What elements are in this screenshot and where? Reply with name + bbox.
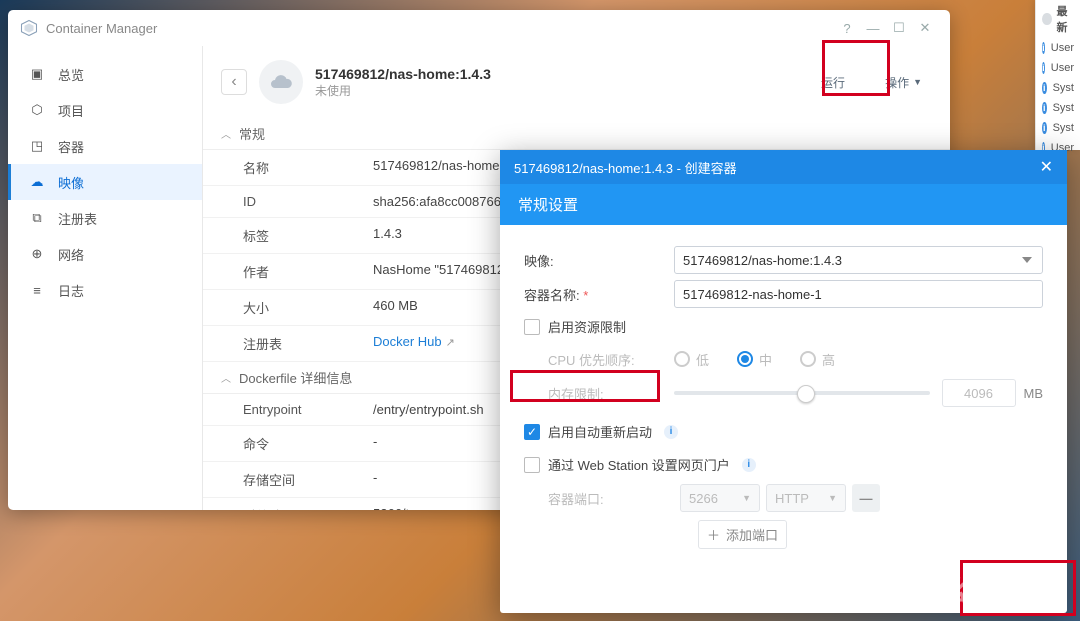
content-header: ‹ 517469812/nas-home:1.4.3 未使用 运行 操作 ▼: [203, 46, 950, 118]
checkbox-label: 启用自动重新启动: [548, 422, 652, 441]
chevron-down-icon: ▼: [913, 77, 922, 87]
cloud-icon: ☁: [28, 174, 46, 190]
checkbox-icon: [524, 457, 540, 473]
checkbox-label: 通过 Web Station 设置网页门户: [548, 455, 730, 474]
registry-link[interactable]: Docker Hub↗: [373, 334, 455, 349]
hexagon-icon: ⬡: [28, 102, 46, 118]
sidebar-item-label: 网络: [58, 245, 84, 264]
resource-limit-checkbox[interactable]: 启用资源限制: [524, 317, 1043, 336]
chevron-up-icon: ︿: [221, 126, 231, 141]
web-station-checkbox[interactable]: 通过 Web Station 设置网页门户 i: [524, 455, 1043, 474]
port-number-select: 5266▼: [680, 484, 760, 512]
sidebar-item-registry[interactable]: ⧉ 注册表: [8, 200, 202, 236]
sidebar-item-container[interactable]: ◳ 容器: [8, 128, 202, 164]
cpu-high-radio: 高: [800, 350, 835, 369]
image-badge-icon: [259, 60, 303, 104]
dialog-titlebar: 517469812/nas-home:1.4.3 - 创建容器 ✕: [500, 150, 1067, 184]
panel-item[interactable]: iSyst: [1036, 118, 1080, 138]
close-icon[interactable]: ✕: [912, 15, 938, 41]
cpu-priority-label: CPU 优先顺序:: [524, 350, 674, 369]
dashboard-icon: ▣: [28, 66, 46, 82]
checkbox-icon: [524, 319, 540, 335]
memory-slider: [674, 391, 930, 395]
info-icon[interactable]: i: [742, 458, 756, 472]
back-button[interactable]: ‹: [221, 69, 247, 95]
container-name-input[interactable]: [674, 280, 1043, 308]
notifications-panel: 最新 iUser iUser iSyst iSyst iSyst iUser: [1035, 0, 1080, 150]
titlebar: Container Manager ? — ☐ ✕: [8, 10, 950, 46]
chevron-up-icon: ︿: [221, 370, 231, 385]
container-name-label: 容器名称:: [524, 285, 674, 304]
sidebar-item-label: 容器: [58, 137, 84, 156]
panel-item[interactable]: iUser: [1036, 38, 1080, 58]
sidebar-item-label: 总览: [58, 65, 84, 84]
dialog-close-button[interactable]: ✕: [1040, 157, 1053, 177]
sidebar-item-project[interactable]: ⬡ 项目: [8, 92, 202, 128]
info-icon[interactable]: i: [664, 425, 678, 439]
image-title: 517469812/nas-home:1.4.3: [315, 66, 791, 82]
panel-item[interactable]: iUser: [1036, 58, 1080, 78]
app-title: Container Manager: [46, 21, 157, 36]
image-status: 未使用: [315, 82, 791, 99]
dialog-subtitle: 常规设置: [500, 184, 1067, 225]
watermark: 么值得买: [905, 567, 1062, 611]
section-title: Dockerfile 详细信息: [239, 368, 352, 387]
section-general[interactable]: ︿ 常规: [203, 118, 950, 150]
plus-icon: ＋: [707, 525, 720, 544]
container-port-label: 容器端口:: [524, 489, 674, 508]
port-remove-button: —: [852, 484, 880, 512]
dialog-body: 映像: 517469812/nas-home:1.4.3 容器名称: 启用资源限…: [500, 225, 1067, 613]
auto-restart-checkbox[interactable]: 启用自动重新启动 i: [524, 422, 1043, 441]
memory-limit-label: 内存限制:: [524, 384, 674, 403]
cpu-priority-group: 低 中 高: [674, 350, 835, 369]
app-icon: [20, 19, 38, 37]
memory-unit: MB: [1024, 386, 1044, 401]
port-proto-select: HTTP▼: [766, 484, 846, 512]
external-link-icon: ↗: [446, 337, 455, 349]
sidebar-item-overview[interactable]: ▣ 总览: [8, 56, 202, 92]
add-port-button: ＋ 添加端口: [698, 520, 787, 549]
help-icon[interactable]: ?: [834, 15, 860, 41]
cube-icon: ◳: [28, 138, 46, 154]
sidebar-item-label: 映像: [58, 173, 84, 192]
panel-item[interactable]: iSyst: [1036, 78, 1080, 98]
panel-item[interactable]: iSyst: [1036, 98, 1080, 118]
sidebar-item-label: 项目: [58, 101, 84, 120]
add-port-label: 添加端口: [726, 525, 778, 544]
registry-icon: ⧉: [28, 210, 46, 226]
actions-dropdown[interactable]: 操作 ▼: [875, 68, 932, 96]
cpu-mid-radio: 中: [737, 350, 772, 369]
sidebar-item-network[interactable]: ⊕ 网络: [8, 236, 202, 272]
run-button[interactable]: 运行: [803, 68, 863, 96]
checkbox-label: 启用资源限制: [548, 317, 626, 336]
panel-header: 最新: [1036, 0, 1080, 38]
memory-value: 4096: [942, 379, 1016, 407]
sidebar: ▣ 总览 ⬡ 项目 ◳ 容器 ☁ 映像 ⧉ 注册表 ⊕ 网络 ≡ 日志: [8, 46, 203, 510]
section-title: 常规: [239, 124, 265, 143]
globe-icon: ⊕: [28, 246, 46, 262]
sidebar-item-label: 注册表: [58, 209, 97, 228]
cpu-low-radio: 低: [674, 350, 709, 369]
list-icon: ≡: [28, 283, 46, 298]
create-container-dialog: 517469812/nas-home:1.4.3 - 创建容器 ✕ 常规设置 映…: [500, 150, 1067, 613]
dialog-title: 517469812/nas-home:1.4.3 - 创建容器: [514, 158, 737, 177]
sidebar-item-image[interactable]: ☁ 映像: [8, 164, 202, 200]
sidebar-item-log[interactable]: ≡ 日志: [8, 272, 202, 308]
checkbox-icon: [524, 424, 540, 440]
minimize-icon[interactable]: —: [860, 15, 886, 41]
sidebar-item-label: 日志: [58, 281, 84, 300]
maximize-icon[interactable]: ☐: [886, 15, 912, 41]
image-select[interactable]: 517469812/nas-home:1.4.3: [674, 246, 1043, 274]
image-label: 映像:: [524, 251, 674, 270]
actions-label: 操作: [885, 74, 909, 91]
